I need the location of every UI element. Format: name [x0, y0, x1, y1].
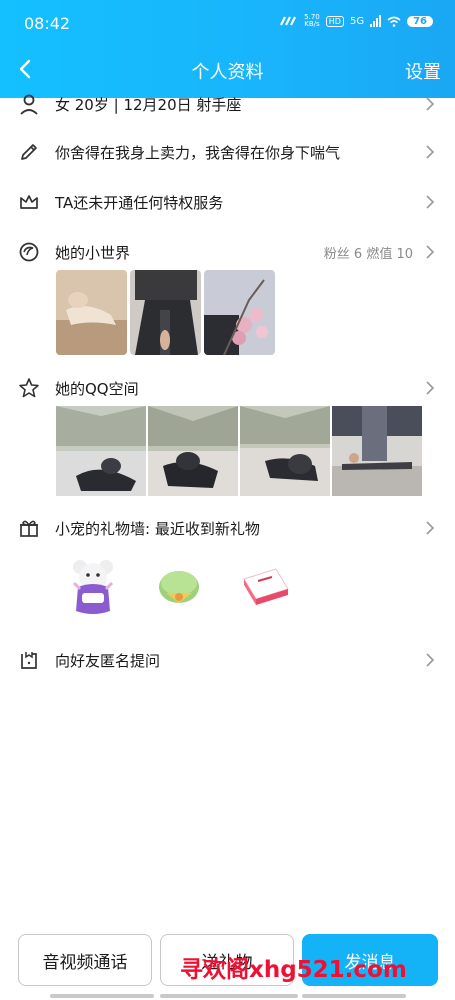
- pencil-icon: [21, 144, 37, 160]
- signature-text: 你舍得在我身上卖力，我舍得在你身下喘气: [55, 143, 341, 162]
- network-type: 5G: [349, 15, 365, 27]
- qzone-photo[interactable]: [332, 406, 422, 496]
- chevron-right-icon: [426, 381, 435, 395]
- small-world-icon: [19, 242, 39, 262]
- wifi-icon: [387, 16, 401, 27]
- chevron-right-icon: [426, 97, 435, 111]
- gift-wall-label: 小宠的礼物墙: 最近收到新礼物: [55, 519, 260, 538]
- small-world-photo[interactable]: [130, 270, 201, 355]
- mooncake-gift-icon[interactable]: [146, 553, 212, 619]
- page-title: 个人资料: [191, 62, 264, 83]
- cell-signal-icon: [370, 15, 382, 27]
- qzone-label: 她的QQ空间: [55, 379, 139, 398]
- small-world-photo[interactable]: [56, 270, 127, 355]
- home-indicator: [160, 994, 298, 998]
- qzone-row[interactable]: 她的QQ空间: [0, 368, 455, 408]
- small-world-label: 她的小世界: [55, 243, 131, 262]
- watermark-text: 寻欢阁xhg521.com: [180, 957, 407, 983]
- qzone-photo[interactable]: [148, 406, 238, 496]
- battery-indicator: 76: [407, 15, 433, 27]
- signal-indicator-icon: [280, 16, 297, 26]
- small-world-stats: 粉丝 6 燃值 10: [323, 246, 413, 262]
- network-speed: 5.70 KB/s: [304, 13, 320, 28]
- gift-list: [60, 553, 298, 619]
- teddy-bear-gift-icon[interactable]: [60, 553, 126, 619]
- small-world-photo[interactable]: [204, 270, 275, 355]
- profile-info-text: 女 20岁 | 12月20日 射手座: [55, 95, 242, 114]
- gift-icon: [20, 520, 38, 537]
- crown-icon: [20, 195, 38, 209]
- status-icons: 5.70 KB/s HD 5G 76: [280, 14, 433, 28]
- small-world-row[interactable]: 她的小世界 粉丝 6 燃值 10: [0, 232, 455, 272]
- anonymous-question-label: 向好友匿名提问: [55, 651, 161, 670]
- signature-row[interactable]: 你舍得在我身上卖力，我舍得在你身下喘气: [0, 132, 455, 172]
- chevron-right-icon: [426, 245, 435, 259]
- anonymous-question-row[interactable]: 向好友匿名提问: [0, 640, 455, 680]
- status-time: 08:42: [24, 14, 71, 33]
- home-indicator: [302, 994, 406, 998]
- home-indicator: [50, 994, 154, 998]
- question-box-icon: [21, 652, 37, 669]
- hd-badge: HD: [325, 15, 344, 27]
- person-icon: [20, 94, 38, 115]
- chevron-right-icon: [426, 195, 435, 209]
- video-call-button[interactable]: 音视频通话: [18, 934, 152, 986]
- profile-info-row[interactable]: 女 20岁 | 12月20日 射手座: [0, 84, 455, 124]
- small-world-photos: [56, 270, 275, 355]
- star-icon: [19, 378, 39, 398]
- status-bar: 08:42 5.70 KB/s HD 5G 76: [0, 0, 455, 46]
- settings-button[interactable]: 设置: [405, 58, 441, 84]
- privilege-text: TA还未开通任何特权服务: [55, 193, 224, 212]
- chevron-right-icon: [426, 145, 435, 159]
- qzone-photo[interactable]: [56, 406, 146, 496]
- red-envelope-gift-icon[interactable]: [232, 553, 298, 619]
- qzone-photos: [56, 406, 422, 496]
- qzone-photo[interactable]: [240, 406, 330, 496]
- chevron-right-icon: [426, 653, 435, 667]
- chevron-right-icon: [426, 521, 435, 535]
- privilege-row[interactable]: TA还未开通任何特权服务: [0, 182, 455, 222]
- gift-wall-row[interactable]: 小宠的礼物墙: 最近收到新礼物: [0, 508, 455, 548]
